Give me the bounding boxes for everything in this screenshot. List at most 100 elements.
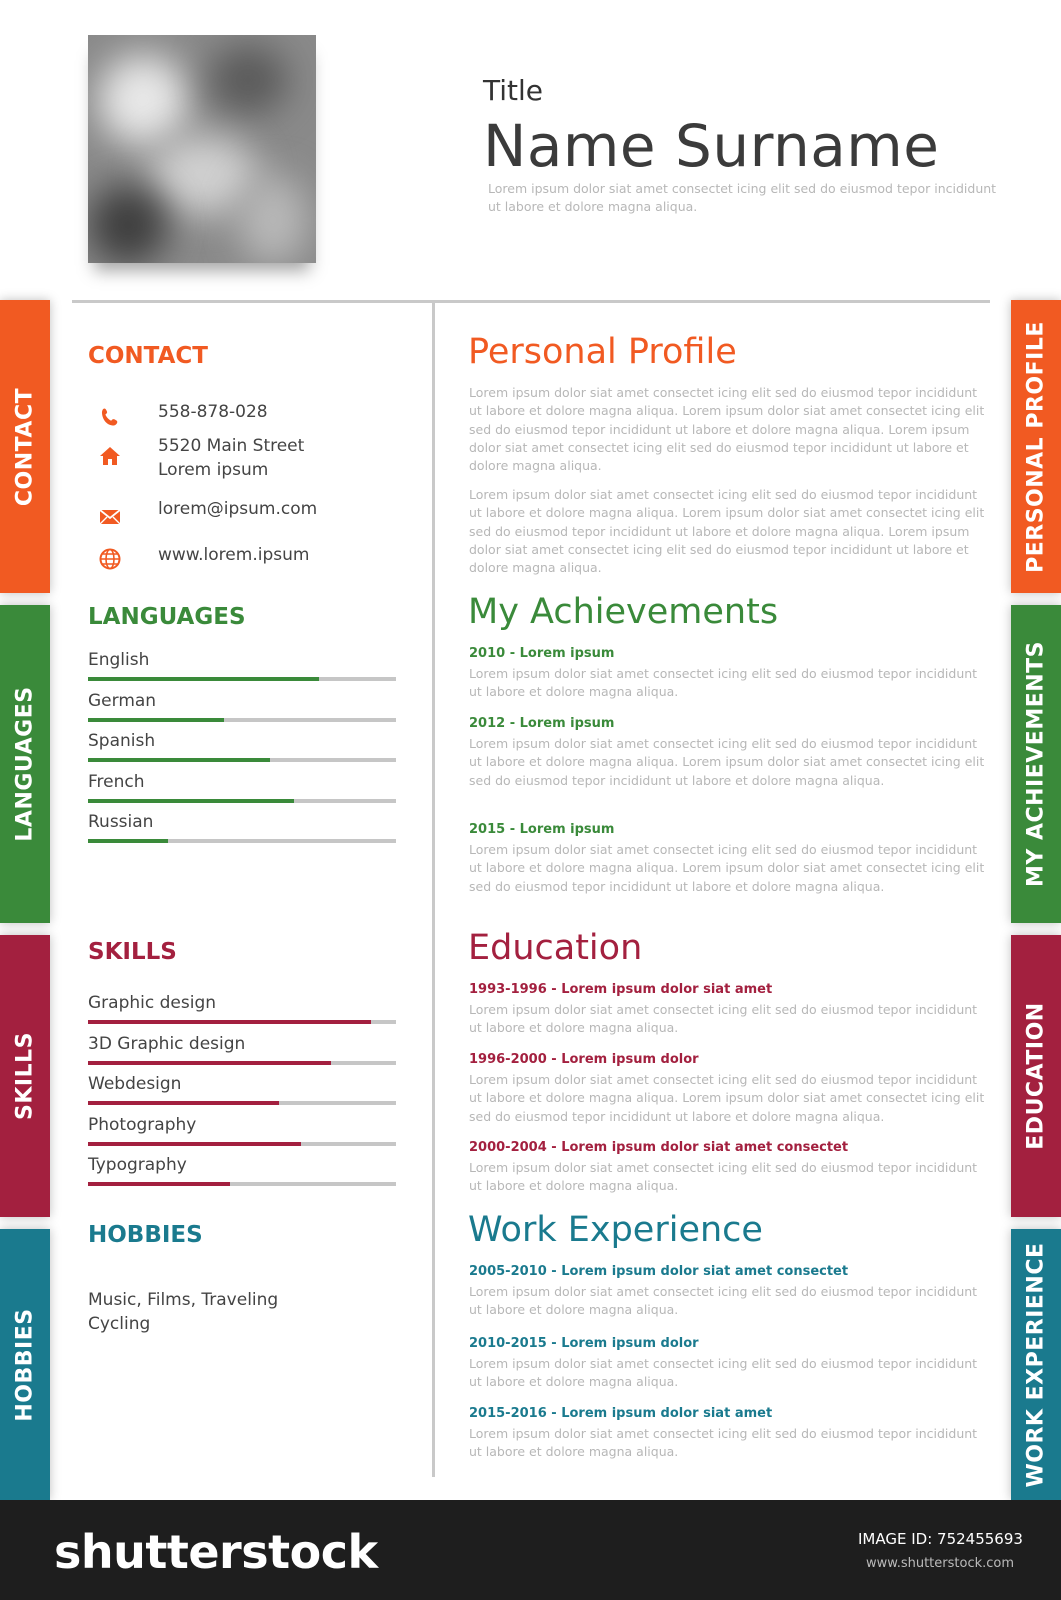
achievement-entry-text: Lorem ipsum dolor siat amet consectet ic… xyxy=(469,842,985,894)
language-level-track xyxy=(88,758,396,762)
tab-education-label: EDUCATION xyxy=(1023,1002,1049,1150)
skill-row: Typography xyxy=(88,1155,396,1195)
skill-row: Webdesign xyxy=(88,1074,396,1114)
hobbies-text: Music, Films, Traveling Cycling xyxy=(88,1288,388,1336)
contact-address: 5520 Main Street Lorem ipsum xyxy=(88,434,408,488)
envelope-icon xyxy=(99,509,121,525)
achievement-entry-text: Lorem ipsum dolor siat amet consectet ic… xyxy=(469,736,985,788)
education-entry-text: Lorem ipsum dolor siat amet consectet ic… xyxy=(469,1160,978,1194)
language-row: Spanish xyxy=(88,731,396,771)
languages-heading: LANGUAGES xyxy=(88,604,246,630)
tab-skills: SKILLS xyxy=(0,935,50,1217)
tab-personal-profile-label: PERSONAL PROFILE xyxy=(1023,320,1049,573)
email-address: lorem@ipsum.com xyxy=(158,499,318,519)
skill-level-bar xyxy=(88,1141,301,1146)
achievement-entry-text: Lorem ipsum dolor siat amet consectet ic… xyxy=(469,666,978,700)
tab-education: EDUCATION xyxy=(1011,935,1061,1217)
skill-level-track xyxy=(88,1101,396,1105)
tab-my-achievements: MY ACHIEVEMENTS xyxy=(1011,605,1061,923)
skills-heading: SKILLS xyxy=(88,939,177,965)
work-entry-title: 2015-2016 - Lorem ipsum dolor siat amet xyxy=(469,1406,773,1421)
full-name: Name Surname xyxy=(483,112,940,180)
profile-heading: Personal Profile xyxy=(468,332,737,372)
achievement-entry-title: 2015 - Lorem ipsum xyxy=(469,822,615,837)
skill-level-track xyxy=(88,1060,396,1065)
tab-work-experience: WORK EXPERIENCE xyxy=(1011,1229,1061,1500)
achievement-entry-title: 2010 - Lorem ipsum xyxy=(469,646,615,661)
contact-web: www.lorem.ipsum xyxy=(88,543,408,583)
education-entry-title: 1996-2000 - Lorem ipsum dolor xyxy=(469,1052,699,1067)
language-level-bar xyxy=(88,798,295,803)
tab-hobbies: HOBBIES xyxy=(0,1229,50,1500)
education-entry-text: Lorem ipsum dolor siat amet consectet ic… xyxy=(469,1072,985,1124)
language-row: French xyxy=(88,772,396,812)
tab-skills-label: SKILLS xyxy=(12,1032,38,1120)
work-entry-text: Lorem ipsum dolor siat amet consectet ic… xyxy=(469,1284,978,1318)
header-divider xyxy=(72,300,990,303)
education-entry-title: 2000-2004 - Lorem ipsum dolor siat amet … xyxy=(469,1140,849,1155)
address-line-1: 5520 Main Street xyxy=(158,436,305,456)
skill-name: Photography xyxy=(88,1114,197,1135)
tab-languages: LANGUAGES xyxy=(0,605,50,923)
language-row: Russian xyxy=(88,812,396,852)
skill-level-bar xyxy=(88,1101,279,1105)
achievement-entry-title: 2012 - Lorem ipsum xyxy=(469,716,615,731)
skill-name: 3D Graphic design xyxy=(88,1033,246,1054)
achievements-heading: My Achievements xyxy=(468,592,779,632)
work-heading: Work Experience xyxy=(468,1210,763,1250)
skill-level-bar xyxy=(88,1060,332,1065)
work-entry-title: 2010-2015 - Lorem ipsum dolor xyxy=(469,1336,699,1351)
language-level-track xyxy=(88,677,396,681)
hobbies-line-1: Music, Films, Traveling xyxy=(88,1290,279,1310)
intro-text: Lorem ipsum dolor siat amet consectet ic… xyxy=(488,181,997,214)
phone-number: 558-878-028 xyxy=(158,402,268,422)
skill-name: Webdesign xyxy=(88,1074,182,1094)
stock-brand-logo: shutterstock xyxy=(54,1525,378,1579)
language-level-bar xyxy=(88,717,224,722)
language-name: English xyxy=(88,650,150,670)
column-divider xyxy=(432,300,435,1477)
language-name: Spanish xyxy=(88,731,156,751)
language-level-track xyxy=(88,717,396,722)
work-entry-text: Lorem ipsum dolor siat amet consectet ic… xyxy=(469,1426,978,1460)
language-row: English xyxy=(88,650,396,690)
work-entry-title: 2005-2010 - Lorem ipsum dolor siat amet … xyxy=(469,1264,849,1279)
skill-name: Graphic design xyxy=(88,993,217,1013)
education-heading: Education xyxy=(468,928,643,968)
globe-icon xyxy=(99,548,121,570)
tab-contact: CONTACT xyxy=(0,300,50,593)
profile-paragraph-2: Lorem ipsum dolor siat amet consectet ic… xyxy=(469,487,985,576)
skill-level-bar xyxy=(88,1182,230,1186)
home-icon xyxy=(100,447,120,465)
hobbies-heading: HOBBIES xyxy=(88,1222,203,1248)
skill-level-track xyxy=(88,1020,396,1024)
contact-heading: CONTACT xyxy=(88,343,208,369)
language-name: German xyxy=(88,690,157,711)
tab-work-experience-label: WORK EXPERIENCE xyxy=(1023,1242,1049,1487)
skill-level-track xyxy=(88,1141,396,1146)
language-level-bar xyxy=(88,677,319,681)
language-level-track xyxy=(88,839,396,843)
contact-email: lorem@ipsum.com xyxy=(88,497,408,537)
language-name: Russian xyxy=(88,812,154,832)
tab-languages-label: LANGUAGES xyxy=(12,686,38,842)
skill-row: Photography xyxy=(88,1115,396,1155)
language-level-track xyxy=(88,798,396,803)
education-entry-text: Lorem ipsum dolor siat amet consectet ic… xyxy=(469,1002,978,1036)
skill-row: Graphic design xyxy=(88,993,396,1033)
tab-contact-label: CONTACT xyxy=(12,387,38,506)
stock-url: www.shutterstock.com xyxy=(866,1556,1015,1571)
language-row: German xyxy=(88,691,396,731)
skill-level-bar xyxy=(88,1020,372,1024)
profile-paragraph-1: Lorem ipsum dolor siat amet consectet ic… xyxy=(469,385,985,474)
hobbies-line-2: Cycling xyxy=(88,1314,151,1334)
skill-name: Typography xyxy=(88,1155,187,1175)
resume-title: Title xyxy=(483,74,544,107)
address-line-2: Lorem ipsum xyxy=(158,460,269,480)
tab-personal-profile: PERSONAL PROFILE xyxy=(1011,300,1061,593)
language-level-bar xyxy=(88,839,169,843)
skill-row: 3D Graphic design xyxy=(88,1034,396,1074)
language-level-bar xyxy=(88,758,270,762)
profile-photo xyxy=(88,35,316,263)
education-entry-title: 1993-1996 - Lorem ipsum dolor siat amet xyxy=(469,982,773,997)
